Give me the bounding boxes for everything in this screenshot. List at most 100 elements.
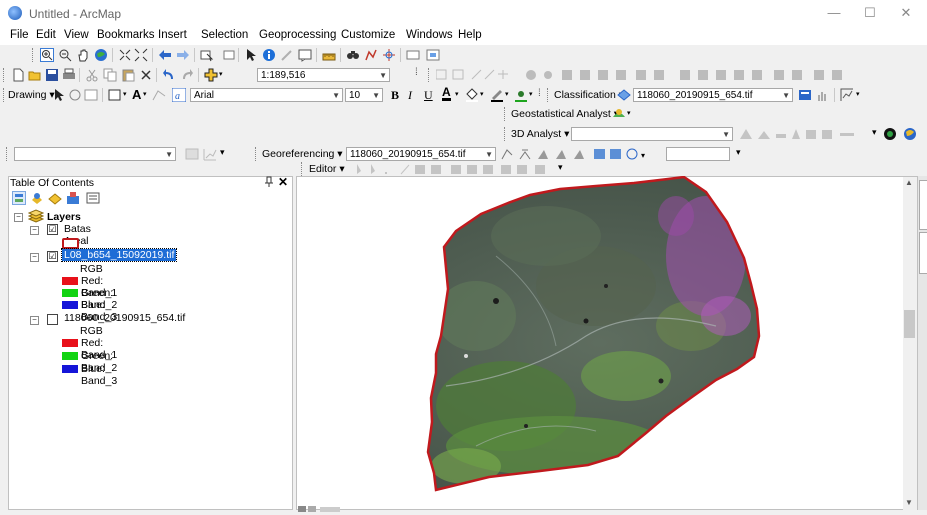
arcglobe-icon[interactable] (903, 127, 917, 141)
list-by-selection-icon[interactable] (66, 191, 80, 205)
bold-button[interactable]: B (391, 88, 399, 103)
collapse-toggle[interactable]: − (30, 316, 39, 325)
fixed-zoom-in-icon[interactable] (118, 48, 132, 62)
pan-hand-icon[interactable] (76, 48, 90, 62)
3d-analyst-menu[interactable]: 3D Analyst ▾ (511, 128, 569, 140)
map-canvas[interactable] (296, 176, 903, 510)
identify-icon[interactable] (262, 48, 276, 62)
drawing-menu[interactable]: Drawing ▾ (8, 89, 55, 101)
rotate-icon[interactable] (68, 88, 82, 102)
geostatistical-wizard-icon[interactable] (612, 107, 626, 121)
overflow-dropdown-icon[interactable]: ▾ (558, 162, 563, 173)
zoom-whole-page-icon[interactable] (84, 88, 98, 102)
marker-color-dropdown-icon[interactable]: ▾ (529, 90, 533, 98)
clear-selection-icon[interactable] (222, 48, 236, 62)
fixed-zoom-out-icon[interactable] (134, 48, 148, 62)
catalog-tab[interactable] (919, 180, 927, 230)
list-by-source-icon[interactable] (30, 191, 44, 205)
menu-insert[interactable]: Insert (158, 29, 187, 41)
classification-layer-dropdown[interactable]: 118060_20190915_654.tif ▼ (633, 88, 793, 102)
layer-name-selected[interactable]: L08_b654_15092019.tif (60, 248, 178, 262)
search-tab[interactable] (919, 232, 927, 274)
layer-visibility-checkbox[interactable] (47, 314, 58, 325)
map-vertical-scrollbar[interactable] (903, 177, 917, 510)
open-folder-icon[interactable] (28, 68, 42, 82)
3d-analyst-layer-dropdown[interactable]: ▼ (571, 127, 733, 141)
blue-band-swatch[interactable] (62, 365, 78, 373)
overflow-dropdown-icon[interactable]: ▾ (220, 147, 225, 158)
scroll-down-icon[interactable]: ▼ (905, 498, 913, 507)
cut-icon[interactable] (85, 68, 99, 82)
rectangle-icon[interactable] (108, 88, 122, 102)
minimize-button[interactable]: — (820, 3, 848, 23)
histogram-icon[interactable] (816, 88, 830, 102)
font-size-dropdown[interactable]: 10 ▼ (345, 88, 383, 102)
georeferencing-text-field[interactable] (666, 147, 730, 161)
overflow-dropdown-icon[interactable]: ▾ (736, 147, 741, 158)
maximize-button[interactable]: ☐ (856, 3, 884, 23)
geostatistical-analyst-menu[interactable]: Geostatistical Analyst ▾ (511, 108, 619, 120)
line-color-dropdown-icon[interactable]: ▾ (505, 90, 509, 98)
forward-arrow-icon[interactable] (176, 48, 190, 62)
marker-color-icon[interactable] (514, 88, 528, 102)
green-band-swatch[interactable] (62, 352, 78, 360)
layer-visibility-checkbox[interactable]: ☑ (47, 251, 58, 262)
font-color-dropdown-icon[interactable]: ▾ (455, 90, 459, 98)
menu-selection[interactable]: Selection (201, 29, 248, 41)
toolbar-overflow-icon[interactable]: ⁞ (538, 88, 541, 99)
blue-band-swatch[interactable] (62, 301, 78, 309)
collapse-toggle[interactable]: − (14, 213, 23, 222)
collapse-toggle[interactable]: − (30, 226, 39, 235)
list-by-drawing-order-icon[interactable] (12, 191, 26, 205)
italic-button[interactable]: I (408, 88, 412, 103)
hyperlink-icon[interactable] (280, 48, 294, 62)
toc-options-icon[interactable] (86, 191, 100, 205)
select-elements-icon[interactable] (244, 48, 258, 62)
paste-icon[interactable] (121, 68, 135, 82)
overflow-dropdown-icon[interactable]: ▾ (856, 90, 860, 98)
boundary-symbol[interactable] (62, 238, 79, 249)
rectangle-dropdown-icon[interactable]: ▾ (123, 90, 127, 98)
zoom-in-icon[interactable] (40, 48, 54, 62)
menu-geoprocessing[interactable]: Geoprocessing (259, 29, 336, 41)
georeferencing-menu[interactable]: Georeferencing ▾ (262, 148, 343, 160)
select-elements-icon[interactable] (52, 88, 66, 102)
layer-name[interactable]: 118060_20190915_654.tif (64, 312, 185, 324)
select-features-icon[interactable] (200, 48, 214, 62)
underline-button[interactable]: U (424, 88, 433, 103)
layout-view-buttons[interactable] (298, 503, 358, 512)
find-icon[interactable] (346, 48, 360, 62)
full-extent-icon[interactable] (94, 48, 108, 62)
text-dropdown-icon[interactable]: ▾ (143, 90, 147, 98)
layers-group-label[interactable]: Layers (47, 211, 81, 223)
red-band-swatch[interactable] (62, 277, 78, 285)
overflow-dropdown-icon[interactable]: ▾ (627, 109, 631, 117)
line-color-icon[interactable] (490, 88, 504, 102)
font-name-dropdown[interactable]: Arial ▼ (190, 88, 343, 102)
zoom-out-icon[interactable] (58, 48, 72, 62)
scrollbar-thumb[interactable] (904, 310, 915, 338)
arcscene-icon[interactable] (883, 127, 897, 141)
redo-icon[interactable] (180, 68, 194, 82)
layer-visibility-checkbox[interactable]: ☑ (47, 224, 58, 235)
toolbar-overflow-icon[interactable]: ⁞ (415, 67, 418, 78)
fill-color-icon[interactable] (465, 88, 479, 102)
toc-close-button[interactable]: ✕ (278, 175, 288, 189)
menu-file[interactable]: File (10, 29, 29, 41)
pin-icon[interactable] (264, 176, 274, 191)
add-data-icon[interactable] (204, 68, 218, 82)
menu-customize[interactable]: Customize (341, 29, 395, 41)
print-icon[interactable] (62, 68, 76, 82)
menu-edit[interactable]: Edit (36, 29, 56, 41)
green-band-swatch[interactable] (62, 289, 78, 297)
fill-color-dropdown-icon[interactable]: ▾ (480, 90, 484, 98)
scroll-up-icon[interactable]: ▲ (905, 178, 913, 187)
find-route-icon[interactable] (364, 48, 378, 62)
edit-vertices-icon[interactable] (152, 88, 166, 102)
create-signature-icon[interactable] (840, 88, 854, 102)
undo-icon[interactable] (162, 68, 176, 82)
editor-menu[interactable]: Editor ▾ (309, 163, 345, 175)
georeferencing-layer-dropdown[interactable]: 118060_20190915_654.tif ▼ (346, 147, 496, 161)
overflow-dropdown-icon[interactable]: ▾ (872, 127, 877, 138)
map-scale-dropdown[interactable]: 1:189,516 ▼ (257, 68, 390, 82)
